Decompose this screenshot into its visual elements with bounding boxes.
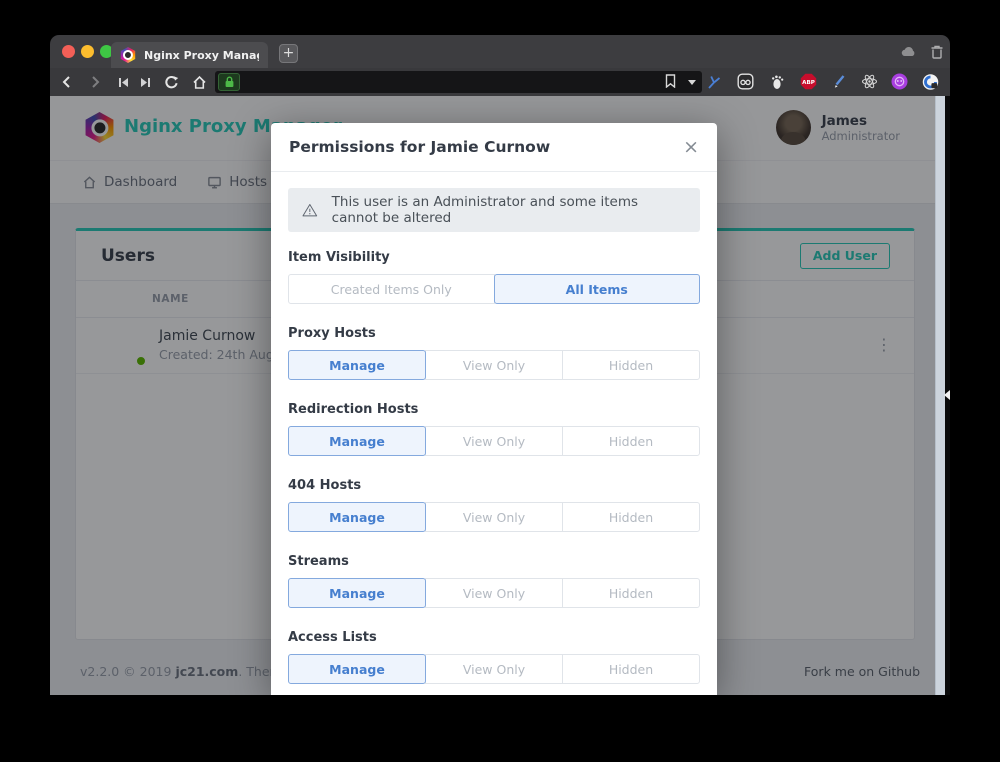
option-view-only[interactable]: View Only [425, 654, 563, 684]
reload-icon[interactable] [162, 73, 180, 91]
trash-icon[interactable] [928, 43, 946, 61]
forward-icon[interactable] [86, 73, 104, 91]
antenna-extension-icon[interactable] [705, 73, 722, 90]
permission-section-label: 404 Hosts [288, 478, 700, 493]
close-icon[interactable]: × [683, 138, 699, 157]
option-manage[interactable]: Manage [288, 350, 426, 380]
permission-section: Item Visibility Created Items OnlyAll Ite… [288, 250, 700, 304]
rewind-icon[interactable] [114, 73, 132, 91]
option-manage[interactable]: Manage [288, 502, 426, 532]
option-hidden[interactable]: Hidden [562, 426, 700, 456]
permission-section-label: Proxy Hosts [288, 326, 700, 341]
permission-section: Access Lists ManageView OnlyHidden [288, 630, 700, 684]
option-manage[interactable]: Manage [288, 578, 426, 608]
new-tab-button[interactable]: + [279, 44, 298, 63]
minimize-window-button[interactable] [81, 45, 94, 58]
panel-toggle-icon[interactable] [944, 390, 950, 400]
browser-tab[interactable]: Nginx Proxy Manager [111, 42, 268, 68]
option-created-items-only[interactable]: Created Items Only [288, 274, 495, 304]
adblock-label: ABP [802, 80, 815, 86]
goggles-extension-icon[interactable] [737, 73, 754, 90]
permission-options-group: Created Items OnlyAll Items [288, 274, 700, 304]
privacy-extension-icon[interactable] [922, 73, 939, 90]
option-view-only[interactable]: View Only [425, 426, 563, 456]
warning-icon [302, 201, 318, 219]
permission-section-label: Redirection Hosts [288, 402, 700, 417]
option-hidden[interactable]: Hidden [562, 654, 700, 684]
permission-section: Streams ManageView OnlyHidden [288, 554, 700, 608]
pen-extension-icon[interactable] [831, 73, 848, 90]
address-bar[interactable] [215, 71, 702, 93]
option-hidden[interactable]: Hidden [562, 578, 700, 608]
option-view-only[interactable]: View Only [425, 350, 563, 380]
purple-extension-icon[interactable] [891, 73, 908, 90]
permission-section: Proxy Hosts ManageView OnlyHidden [288, 326, 700, 380]
permission-section-label: Access Lists [288, 630, 700, 645]
bookmark-icon[interactable] [665, 73, 676, 92]
browser-window: Nginx Proxy Manager + [50, 35, 950, 745]
permission-options-group: ManageView OnlyHidden [288, 654, 700, 684]
permission-options-group: ManageView OnlyHidden [288, 578, 700, 608]
tab-title: Nginx Proxy Manager [144, 49, 259, 62]
modal-title: Permissions for Jamie Curnow [289, 138, 550, 156]
permission-section-label: Streams [288, 554, 700, 569]
option-manage[interactable]: Manage [288, 426, 426, 456]
npm-favicon-icon [120, 47, 136, 63]
option-hidden[interactable]: Hidden [562, 350, 700, 380]
browser-toolbar: ABP [50, 68, 950, 96]
permission-options-group: ManageView OnlyHidden [288, 350, 700, 380]
page-viewport: Nginx Proxy Manager James Administrator … [50, 96, 950, 695]
dropdown-caret-icon[interactable] [688, 80, 696, 85]
alert-text: This user is an Administrator and some i… [332, 194, 686, 226]
browser-tab-bar: Nginx Proxy Manager + [50, 35, 950, 68]
permission-sections: Item Visibility Created Items OnlyAll Ite… [288, 250, 700, 684]
option-hidden[interactable]: Hidden [562, 502, 700, 532]
cloud-icon[interactable] [900, 43, 918, 61]
option-manage[interactable]: Manage [288, 654, 426, 684]
home-icon[interactable] [190, 73, 208, 91]
option-view-only[interactable]: View Only [425, 502, 563, 532]
permission-section: Redirection Hosts ManageView OnlyHidden [288, 402, 700, 456]
back-icon[interactable] [58, 73, 76, 91]
permissions-modal: Permissions for Jamie Curnow × This user… [271, 123, 717, 695]
close-window-button[interactable] [62, 45, 75, 58]
atom-extension-icon[interactable] [861, 73, 878, 90]
permission-section: 404 Hosts ManageView OnlyHidden [288, 478, 700, 532]
fast-forward-icon[interactable] [136, 73, 154, 91]
footprint-extension-icon[interactable] [769, 73, 786, 90]
permission-options-group: ManageView OnlyHidden [288, 502, 700, 532]
admin-alert: This user is an Administrator and some i… [288, 188, 700, 232]
adblock-plus-icon[interactable]: ABP [800, 73, 817, 90]
screen: Nginx Proxy Manager + [0, 0, 1000, 762]
permission-options-group: ManageView OnlyHidden [288, 426, 700, 456]
option-all-items[interactable]: All Items [494, 274, 701, 304]
permission-section-label: Item Visibility [288, 250, 700, 265]
option-view-only[interactable]: View Only [425, 578, 563, 608]
ssl-lock-icon[interactable] [218, 73, 240, 91]
